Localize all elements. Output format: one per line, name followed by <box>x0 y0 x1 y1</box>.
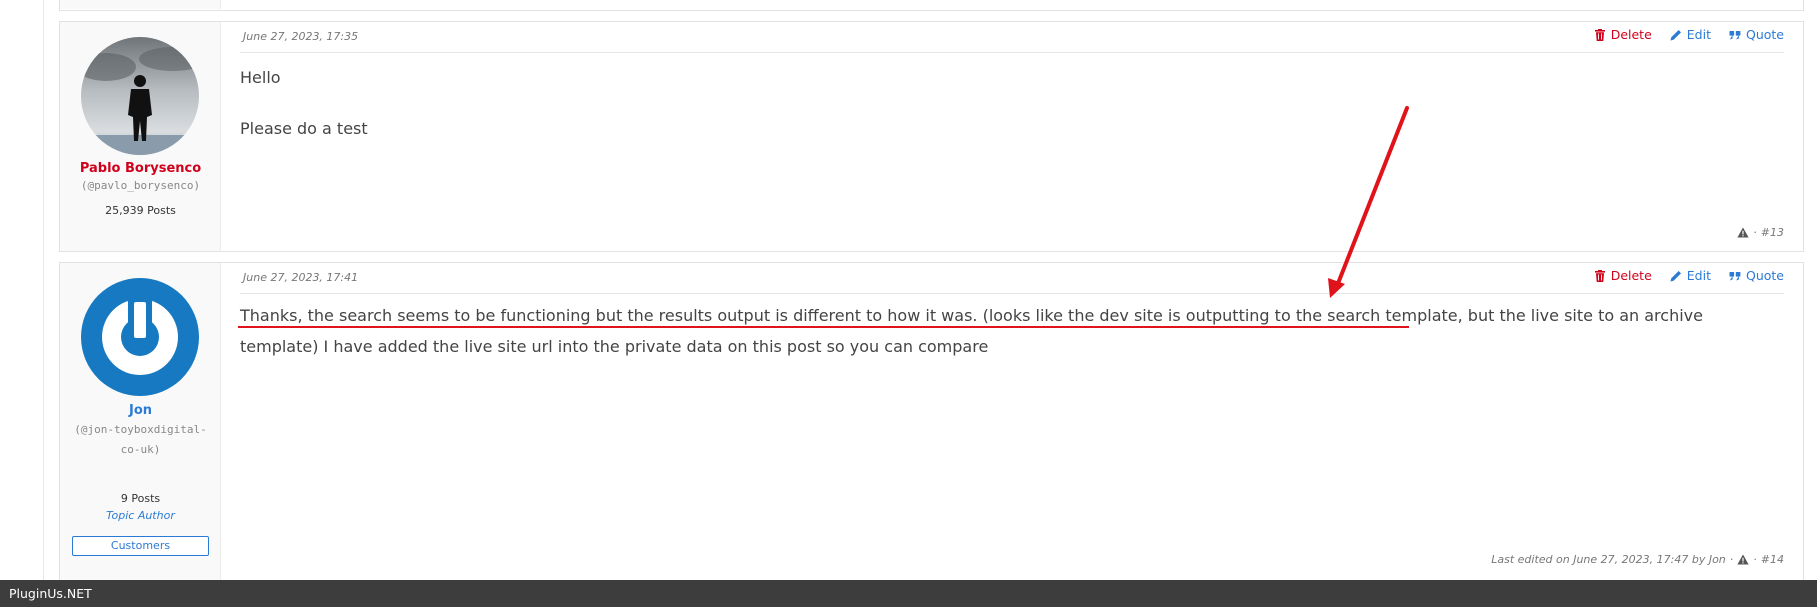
post-body: Hello Please do a test <box>240 62 1773 144</box>
author-column <box>60 0 221 9</box>
footer-separator: · <box>1753 553 1757 566</box>
gravatar-logo-icon <box>81 278 199 396</box>
author-post-count: 9 Posts <box>120 492 161 505</box>
pencil-icon <box>1670 270 1681 281</box>
edit-label[interactable]: Edit <box>1687 268 1711 283</box>
author-name-text[interactable]: Jon <box>129 403 152 418</box>
avatar[interactable] <box>81 37 199 155</box>
post-footer: · #13 <box>1737 226 1784 239</box>
bottom-bar: PluginUs.NET <box>0 580 1817 607</box>
author-name-text[interactable]: Pablo Borysenco <box>80 161 201 176</box>
footer-separator: · <box>1753 226 1757 239</box>
annotation-underline <box>238 326 1409 328</box>
post-actions: Delete Edit Quote <box>1594 268 1784 283</box>
post-paragraph: Thanks, the search seems to be functioni… <box>240 306 1703 356</box>
delete-button[interactable]: Delete <box>1594 27 1652 42</box>
quote-icon <box>1729 271 1741 280</box>
role-badge[interactable]: Customers <box>72 536 209 556</box>
quote-label[interactable]: Quote <box>1746 268 1784 283</box>
quote-button[interactable]: Quote <box>1729 268 1784 283</box>
author-handle: (@pavlo_borysenco) <box>80 179 201 192</box>
edit-label[interactable]: Edit <box>1687 27 1711 42</box>
quote-button[interactable]: Quote <box>1729 27 1784 42</box>
post-date: June 27, 2023, 17:35 <box>243 30 359 43</box>
post-actions: Delete Edit Quote <box>1594 27 1784 42</box>
quote-label[interactable]: Quote <box>1746 27 1784 42</box>
author-handle: (@jon-toyboxdigital-co-uk) <box>74 423 207 456</box>
post-number-link[interactable]: #14 <box>1761 553 1784 566</box>
pencil-icon <box>1670 29 1681 40</box>
delete-label[interactable]: Delete <box>1611 268 1652 283</box>
post-body: Thanks, the search seems to be functioni… <box>240 300 1773 362</box>
post-header-divider <box>240 52 1784 53</box>
author-post-count: 25,939 Posts <box>105 204 176 217</box>
post-number-link[interactable]: #13 <box>1761 226 1784 239</box>
report-icon[interactable] <box>1737 227 1749 238</box>
avatar-photo <box>81 37 199 155</box>
author-column: Jon (@jon-toyboxdigital-co-uk) 9 Posts T… <box>60 263 221 580</box>
edit-button[interactable]: Edit <box>1670 27 1711 42</box>
avatar[interactable] <box>81 278 199 396</box>
previous-post <box>59 0 1804 11</box>
delete-label[interactable]: Delete <box>1611 27 1652 42</box>
last-edited-text: Last edited on June 27, 2023, 17:47 by J… <box>1491 553 1726 566</box>
author-name[interactable]: Pablo Borysenco <box>60 161 221 176</box>
quote-icon <box>1729 30 1741 39</box>
post-14: Jon (@jon-toyboxdigital-co-uk) 9 Posts T… <box>59 262 1804 580</box>
author-name[interactable]: Jon <box>60 403 221 418</box>
post-paragraph: Please do a test <box>240 119 368 138</box>
trash-icon <box>1594 269 1605 282</box>
brand-label[interactable]: PluginUs.NET <box>9 586 92 601</box>
edit-button[interactable]: Edit <box>1670 268 1711 283</box>
post-paragraph: Hello <box>240 68 281 87</box>
post-date: June 27, 2023, 17:41 <box>243 271 359 284</box>
trash-icon <box>1594 28 1605 41</box>
left-rail <box>0 0 44 580</box>
delete-button[interactable]: Delete <box>1594 268 1652 283</box>
post-13: Pablo Borysenco (@pavlo_borysenco) 25,93… <box>59 21 1804 252</box>
topic-author-label: Topic Author <box>106 509 175 522</box>
report-icon[interactable] <box>1737 554 1749 565</box>
post-footer: Last edited on June 27, 2023, 17:47 by J… <box>1491 553 1784 566</box>
post-header-divider <box>240 293 1784 294</box>
author-column: Pablo Borysenco (@pavlo_borysenco) 25,93… <box>60 22 221 251</box>
footer-separator: · <box>1729 553 1734 566</box>
